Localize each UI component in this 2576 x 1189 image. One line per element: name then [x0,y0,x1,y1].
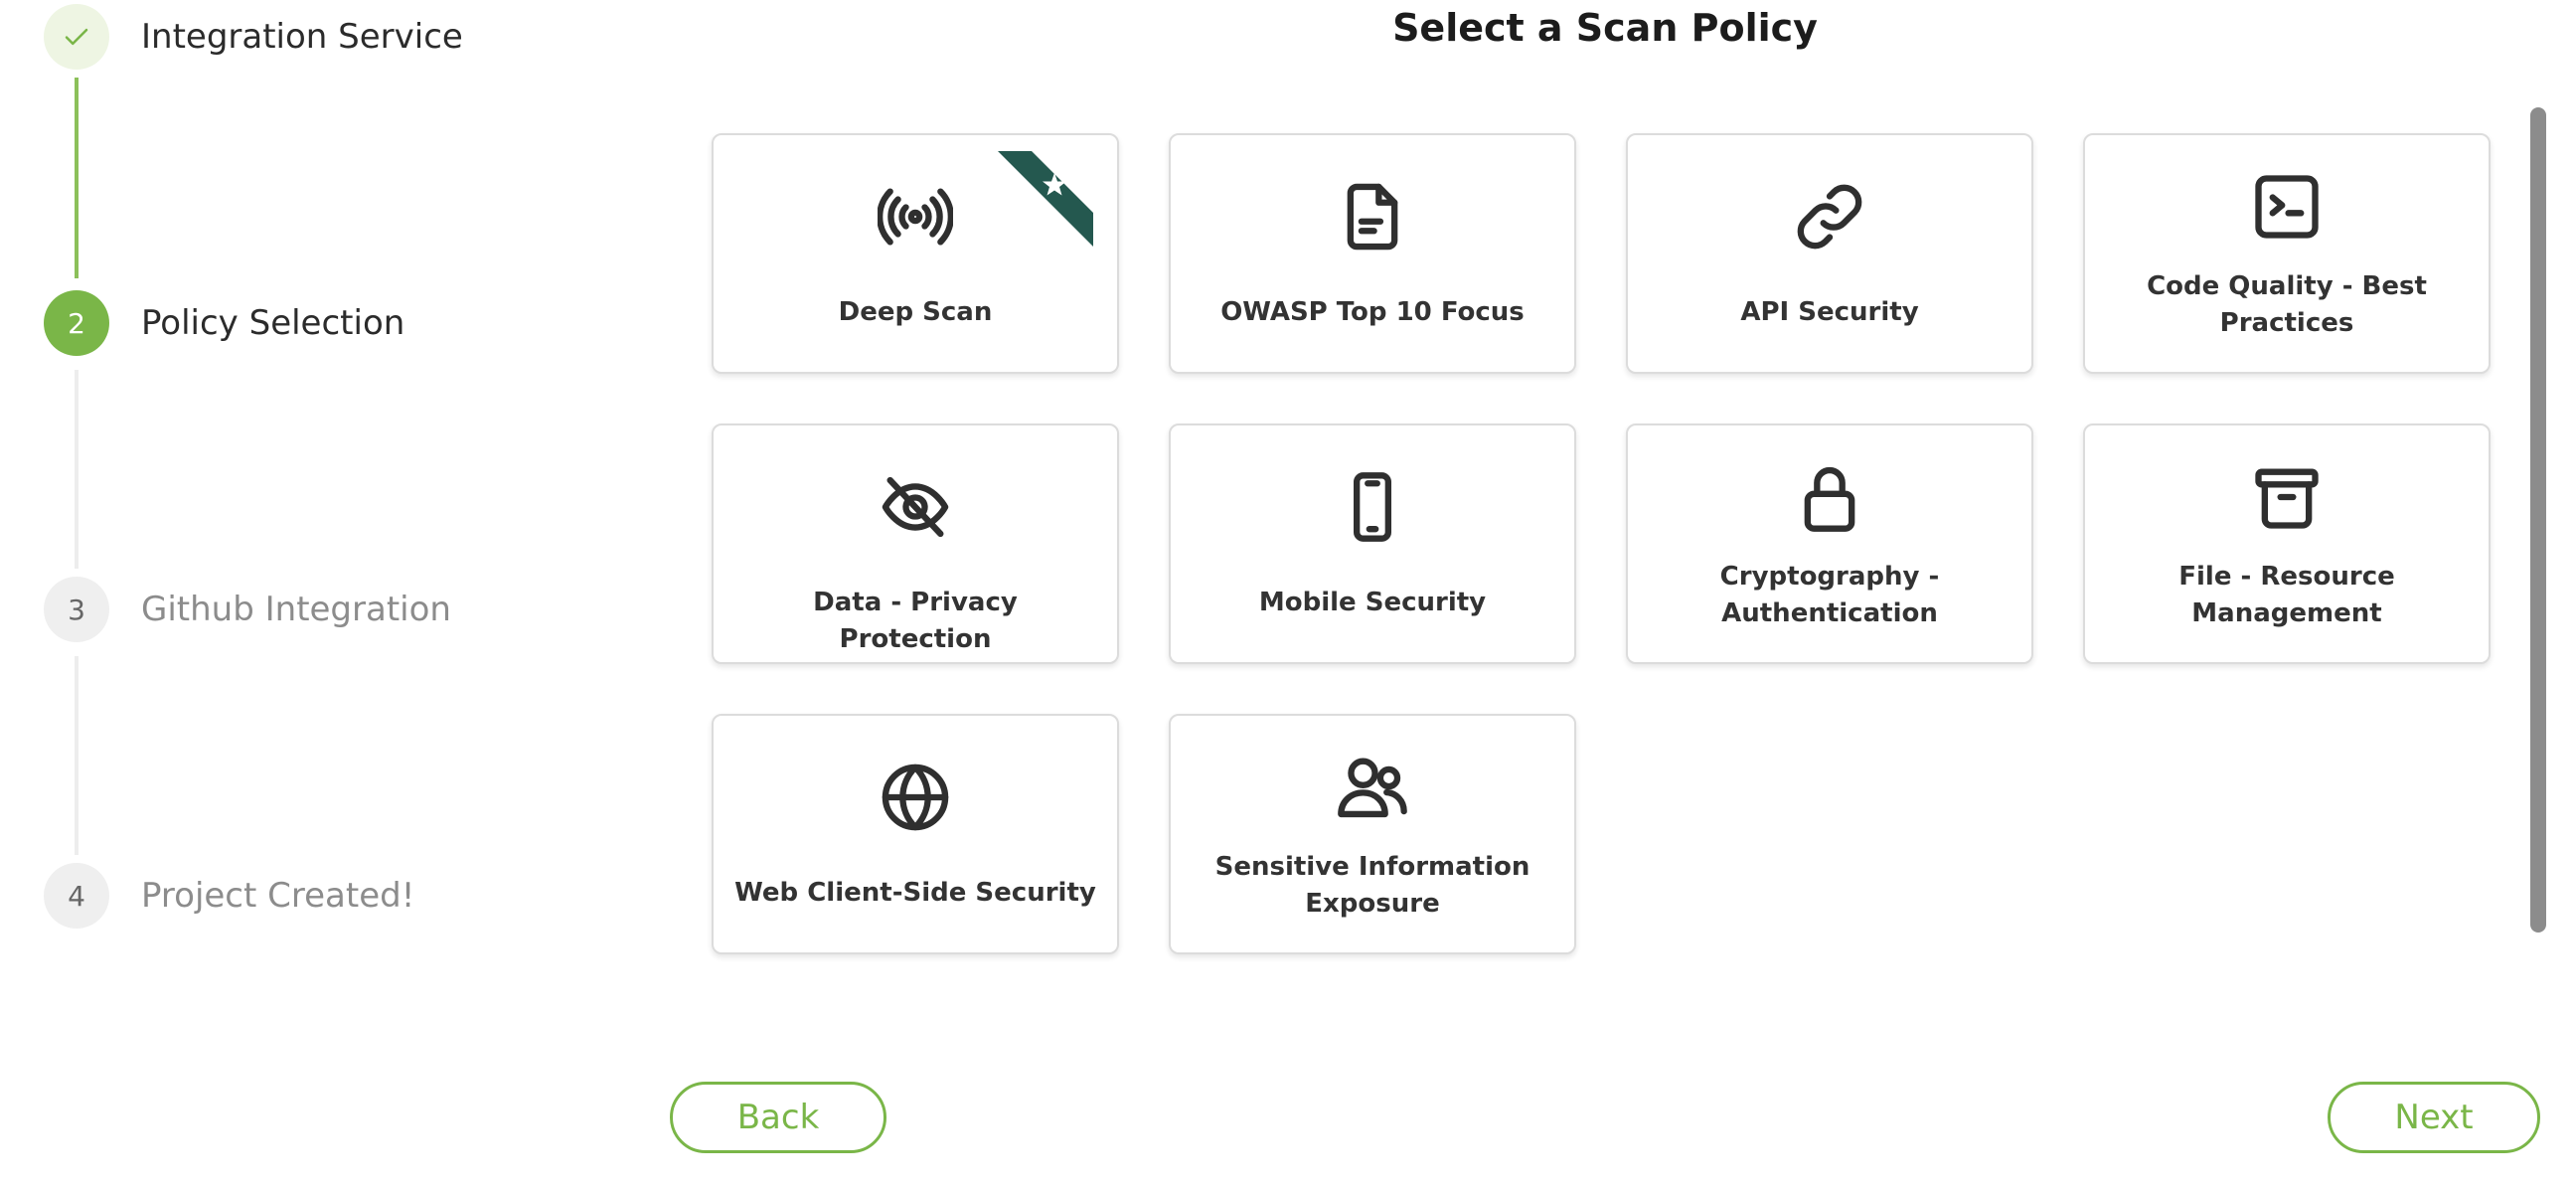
step-connector [75,656,79,855]
policy-label: Code Quality - Best Practices [2147,271,2427,338]
page-title: Select a Scan Policy [1392,6,1818,50]
featured-ribbon-icon [998,151,1093,247]
step-label: Github Integration [141,590,451,629]
policy-card-deep-scan[interactable]: Deep Scan [712,133,1119,374]
policy-card-sensitive-info[interactable]: Sensitive Information Exposure [1169,714,1576,954]
globe-icon [878,760,953,835]
checkmark-icon [44,4,109,70]
policy-label: Data - Privacy Protection [813,588,1018,654]
back-button[interactable]: Back [670,1082,886,1153]
users-icon [1335,750,1410,825]
step-label: Project Created! [141,876,415,916]
policy-card-owasp-top-10[interactable]: OWASP Top 10 Focus [1169,133,1576,374]
policy-label: Mobile Security [1258,588,1487,617]
policy-card-api-security[interactable]: API Security [1626,133,2033,374]
policy-label: Web Client-Side Security [734,878,1096,908]
scrollbar[interactable] [2530,107,2546,933]
step-policy-selection[interactable]: 2 Policy Selection [44,290,404,356]
step-number: 4 [44,863,109,929]
policy-grid: Deep Scan OWASP Top 10 Focus API Securit… [712,133,2500,958]
terminal-icon [2249,169,2325,245]
eye-off-icon [878,469,953,545]
mobile-phone-icon [1335,469,1410,545]
policy-card-web-client-side[interactable]: Web Client-Side Security [712,714,1119,954]
policy-label: API Security [1740,297,1919,327]
step-number: 3 [44,577,109,642]
step-integration-service[interactable]: Integration Service [44,4,463,70]
policy-label: Deep Scan [838,297,993,327]
step-connector [75,78,79,278]
step-number: 2 [44,290,109,356]
policy-label: File - Resource Management [2178,562,2395,628]
step-label: Integration Service [141,17,463,57]
lock-icon [1792,459,1867,535]
policy-card-code-quality[interactable]: Code Quality - Best Practices [2083,133,2491,374]
step-label: Policy Selection [141,303,405,343]
step-project-created[interactable]: 4 Project Created! [44,863,414,929]
policy-label: Sensitive Information Exposure [1214,852,1530,919]
document-icon [1335,179,1410,255]
policy-card-file-resource[interactable]: File - Resource Management [2083,424,2491,664]
step-github-integration[interactable]: 3 Github Integration [44,577,451,642]
policy-card-cryptography[interactable]: Cryptography - Authentication [1626,424,2033,664]
policy-card-data-privacy[interactable]: Data - Privacy Protection [712,424,1119,664]
archive-box-icon [2249,459,2325,535]
policy-label: OWASP Top 10 Focus [1220,297,1525,327]
policy-card-mobile-security[interactable]: Mobile Security [1169,424,1576,664]
broadcast-icon [878,179,953,255]
step-connector [75,370,79,569]
link-icon [1792,179,1867,255]
next-button[interactable]: Next [2328,1082,2540,1153]
progress-stepper: Integration Service 2 Policy Selection 3… [0,0,596,1189]
policy-label: Cryptography - Authentication [1719,562,1940,628]
